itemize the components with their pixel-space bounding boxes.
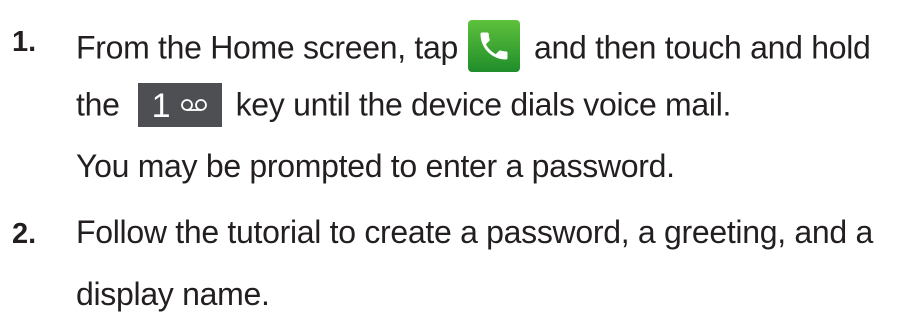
- key-digit: 1: [151, 87, 171, 125]
- step-text: and then touch and hold: [534, 29, 871, 66]
- step-number: 1.: [12, 26, 37, 58]
- step-text: the: [76, 86, 120, 123]
- step-line: You may be prompted to enter a password.: [76, 148, 675, 184]
- step-line: the 1 key until the device dials voice mai…: [76, 83, 732, 129]
- phone-icon: [468, 20, 520, 72]
- step-line: display name.: [76, 276, 270, 312]
- step-line: Follow the tutorial to create a password…: [76, 214, 873, 250]
- keypad-key-1: 1: [137, 83, 222, 127]
- step-line: From the Home screen, tap and then touch …: [76, 20, 871, 76]
- voicemail-icon: [180, 99, 207, 111]
- step-number: 2.: [12, 218, 37, 250]
- step-text: key until the device dials voice mail.: [235, 86, 732, 123]
- step-text: From the Home screen, tap: [76, 29, 458, 66]
